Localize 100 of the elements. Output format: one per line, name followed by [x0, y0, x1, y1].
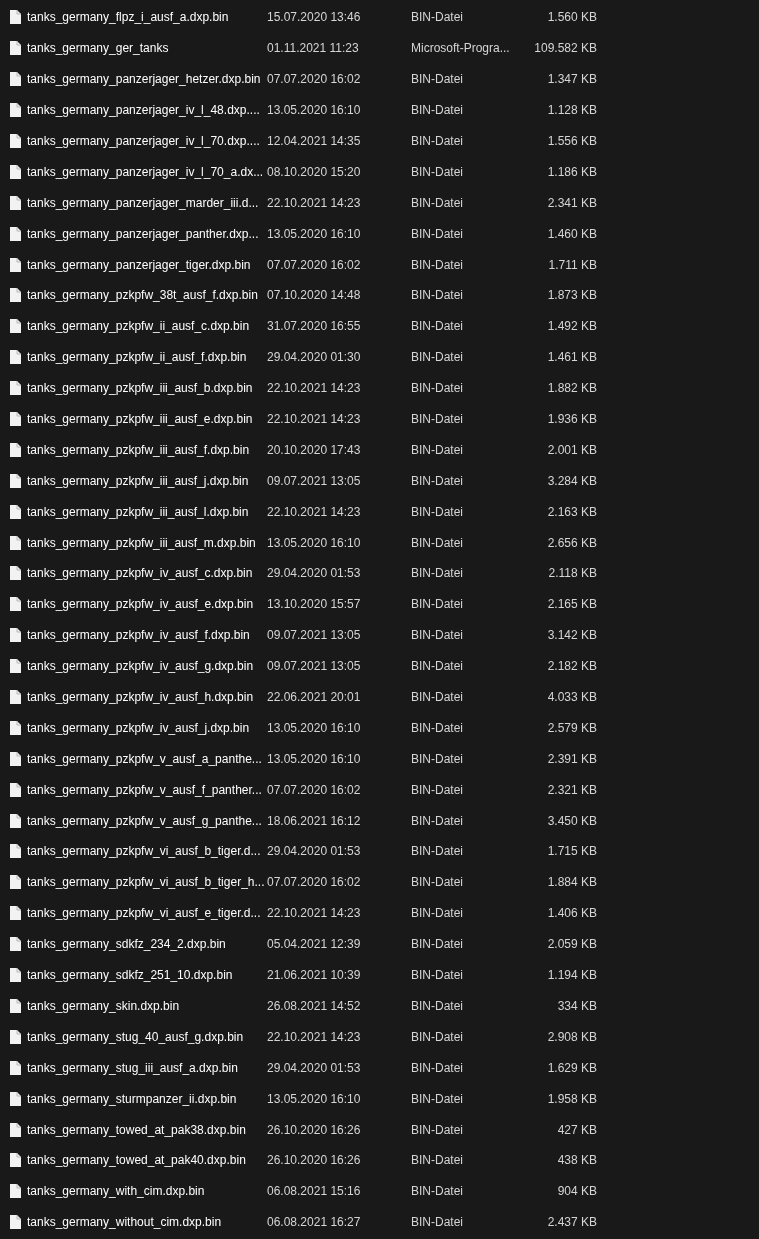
- file-icon: [10, 10, 21, 25]
- file-name[interactable]: tanks_germany_pzkpfw_iii_ausf_b.dxp.bin: [27, 381, 267, 396]
- file-name[interactable]: tanks_germany_panzerjager_marder_iii.d...: [27, 195, 267, 210]
- file-type: BIN-Datei: [411, 10, 464, 25]
- date-modified: 06.08.2021 16:27: [267, 1215, 362, 1230]
- date-modified: 29.04.2020 01:53: [267, 566, 362, 581]
- file-size: 1.492 KB: [546, 319, 597, 334]
- file-size: 427 KB: [556, 1122, 597, 1137]
- date-modified: 26.10.2020 16:26: [267, 1122, 362, 1137]
- file-name[interactable]: tanks_germany_pzkpfw_vi_ausf_b_tiger_h...: [27, 875, 267, 890]
- date-modified: 07.10.2020 14:48: [267, 288, 362, 303]
- file-size: 334 KB: [556, 998, 597, 1013]
- file-icon: [10, 937, 21, 952]
- file-size: 1.711 KB: [547, 257, 597, 272]
- file-name[interactable]: tanks_germany_pzkpfw_vi_ausf_e_tiger.d...: [27, 906, 267, 921]
- file-name[interactable]: tanks_germany_pzkpfw_iii_ausf_l.dxp.bin: [27, 504, 267, 519]
- file-name[interactable]: tanks_germany_pzkpfw_v_ausf_a_panthe...: [27, 751, 267, 766]
- file-name[interactable]: tanks_germany_panzerjager_iv_l_48.dxp....: [27, 103, 267, 118]
- file-name[interactable]: tanks_germany_pzkpfw_iii_ausf_j.dxp.bin: [27, 473, 267, 488]
- date-modified: 13.05.2020 16:10: [267, 535, 362, 550]
- file-name[interactable]: tanks_germany_towed_at_pak40.dxp.bin: [27, 1153, 267, 1168]
- file-size: 1.460 KB: [546, 226, 597, 241]
- file-name[interactable]: tanks_germany_pzkpfw_iii_ausf_e.dxp.bin: [27, 412, 267, 426]
- file-name[interactable]: tanks_germany_pzkpfw_vi_ausf_b_tiger.d...: [27, 844, 267, 859]
- file-name[interactable]: tanks_germany_pzkpfw_iv_ausf_c.dxp.bin: [27, 566, 267, 581]
- file-type: BIN-Datei: [411, 1215, 464, 1230]
- file-name[interactable]: tanks_germany_pzkpfw_iii_ausf_f.dxp.bin: [27, 442, 267, 457]
- file-name[interactable]: tanks_germany_sdkfz_251_10.dxp.bin: [27, 968, 267, 983]
- file-name[interactable]: tanks_germany_pzkpfw_v_ausf_f_panther...: [27, 782, 267, 797]
- file-type: BIN-Datei: [411, 195, 464, 210]
- date-modified: 22.10.2021 14:23: [267, 381, 362, 396]
- file-type: BIN-Datei: [411, 597, 464, 612]
- file-name[interactable]: tanks_germany_panzerjager_panther.dxp...: [27, 226, 267, 241]
- file-icon: [10, 720, 21, 735]
- file-name[interactable]: tanks_germany_towed_at_pak38.dxp.bin: [27, 1122, 267, 1137]
- file-name[interactable]: tanks_germany_pzkpfw_iv_ausf_f.dxp.bin: [27, 628, 267, 643]
- date-modified: 29.04.2020 01:30: [267, 350, 362, 365]
- file-name[interactable]: tanks_germany_pzkpfw_iii_ausf_m.dxp.bin: [27, 535, 267, 550]
- file-size: 4.033 KB: [546, 690, 597, 705]
- file-type: BIN-Datei: [411, 226, 464, 241]
- file-icon: [10, 103, 21, 118]
- file-type: BIN-Datei: [411, 72, 464, 87]
- file-icon: [10, 998, 21, 1013]
- file-size: 2.908 KB: [546, 1029, 597, 1044]
- file-name[interactable]: tanks_germany_panzerjager_iv_l_70.dxp....: [27, 134, 267, 148]
- file-size: 1.560 KB: [546, 10, 597, 25]
- file-type: BIN-Datei: [411, 134, 464, 148]
- file-type: BIN-Datei: [411, 257, 464, 272]
- file-icon: [10, 1029, 21, 1044]
- file-name[interactable]: tanks_germany_sdkfz_234_2.dxp.bin: [27, 937, 267, 952]
- date-modified: 22.06.2021 20:01: [267, 690, 362, 705]
- file-name[interactable]: tanks_germany_panzerjager_tiger.dxp.bin: [27, 257, 267, 272]
- date-modified: 13.05.2020 16:10: [267, 226, 362, 241]
- file-name[interactable]: tanks_germany_pzkpfw_v_ausf_g_panthe...: [27, 813, 267, 828]
- file-name[interactable]: tanks_germany_without_cim.dxp.bin: [27, 1215, 267, 1230]
- file-icon: [10, 1184, 21, 1199]
- file-size: 109.582 KB: [533, 41, 597, 56]
- date-modified: 21.06.2021 10:39: [267, 968, 362, 983]
- file-size: 1.406 KB: [546, 906, 597, 921]
- file-name[interactable]: tanks_germany_panzerjager_hetzer.dxp.bin: [27, 72, 267, 87]
- file-type: BIN-Datei: [411, 164, 464, 179]
- file-type: BIN-Datei: [411, 1122, 464, 1137]
- file-type: BIN-Datei: [411, 628, 464, 643]
- file-icon: [10, 288, 21, 303]
- file-name[interactable]: tanks_germany_pzkpfw_ii_ausf_f.dxp.bin: [27, 350, 267, 365]
- file-name[interactable]: tanks_germany_pzkpfw_iv_ausf_g.dxp.bin: [27, 659, 267, 674]
- date-modified: 29.04.2020 01:53: [267, 1060, 362, 1075]
- file-icon: [10, 968, 21, 983]
- file-icon: [10, 442, 21, 457]
- date-modified: 18.06.2021 16:12: [267, 813, 362, 828]
- file-name[interactable]: tanks_germany_sturmpanzer_ii.dxp.bin: [27, 1091, 267, 1106]
- file-size: 1.128 KB: [546, 103, 597, 118]
- file-icon: [10, 597, 21, 612]
- date-modified: 01.11.2021 11:23: [267, 41, 360, 56]
- file-type: BIN-Datei: [411, 442, 464, 457]
- file-type: BIN-Datei: [411, 412, 464, 426]
- file-name[interactable]: tanks_germany_pzkpfw_38t_ausf_f.dxp.bin: [27, 288, 267, 303]
- file-size: 1.629 KB: [546, 1060, 597, 1075]
- file-icon: [10, 535, 21, 550]
- file-name[interactable]: tanks_germany_pzkpfw_iv_ausf_h.dxp.bin: [27, 690, 267, 705]
- file-type: BIN-Datei: [411, 1153, 464, 1168]
- file-name[interactable]: tanks_germany_pzkpfw_iv_ausf_e.dxp.bin: [27, 597, 267, 612]
- file-name[interactable]: tanks_germany_pzkpfw_ii_ausf_c.dxp.bin: [27, 319, 267, 334]
- file-name[interactable]: tanks_germany_with_cim.dxp.bin: [27, 1184, 267, 1199]
- file-name[interactable]: tanks_germany_stug_40_ausf_g.dxp.bin: [27, 1029, 267, 1044]
- file-size: 1.556 KB: [546, 134, 597, 148]
- file-name[interactable]: tanks_germany_pzkpfw_iv_ausf_j.dxp.bin: [27, 720, 267, 735]
- file-size: 3.142 KB: [546, 628, 597, 643]
- date-modified: 07.07.2020 16:02: [267, 782, 362, 797]
- file-type: BIN-Datei: [411, 535, 464, 550]
- file-name[interactable]: tanks_germany_flpz_i_ausf_a.dxp.bin: [27, 10, 267, 25]
- file-name[interactable]: tanks_germany_ger_tanks: [27, 41, 267, 56]
- file-icon: [10, 195, 21, 210]
- file-name[interactable]: tanks_germany_stug_iii_ausf_a.dxp.bin: [27, 1060, 267, 1075]
- date-modified: 22.10.2021 14:23: [267, 504, 362, 519]
- file-name[interactable]: tanks_germany_skin.dxp.bin: [27, 998, 267, 1013]
- file-size: 904 KB: [556, 1184, 597, 1199]
- file-icon: [10, 751, 21, 766]
- file-type: BIN-Datei: [411, 906, 464, 921]
- file-name[interactable]: tanks_germany_panzerjager_iv_l_70_a.dx...: [27, 164, 267, 179]
